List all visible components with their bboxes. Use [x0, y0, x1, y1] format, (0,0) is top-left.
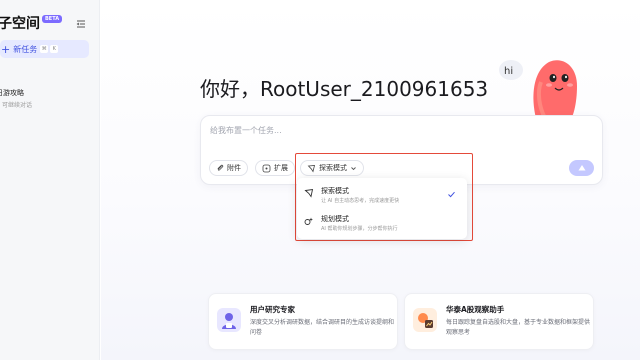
shortcut-key-cmd: ⌘ — [40, 45, 49, 53]
card-desc: 深度交叉分析调研数据，结合调研目的生成访谈提纲和问卷 — [250, 319, 395, 336]
mascot-bubble-text: hi — [504, 66, 513, 77]
send-button[interactable] — [569, 160, 594, 176]
brand-logo[interactable]: 子空间 BETA — [0, 13, 63, 33]
task-input[interactable]: 给我布置一个任务... — [210, 125, 282, 136]
card-title: 华泰A股观察助手 — [446, 305, 505, 314]
attach-button[interactable]: 附件 — [209, 160, 248, 176]
mode-option-desc: 让 AI 自主动态思考，完成速度更快 — [321, 198, 400, 204]
mode-option-title: 规划模式 — [321, 215, 349, 223]
mascot-illustration: hi — [497, 52, 589, 124]
card-title: 用户研究专家 — [250, 305, 295, 314]
agent-card-stock-watch[interactable]: 华泰A股观察助手 每日跟踪复盘自选股和大盘，基于专业数据和框架提供观察思考 — [404, 293, 594, 350]
user-research-avatar — [217, 308, 241, 332]
attach-label: 附件 — [227, 164, 241, 172]
collapse-sidebar-icon[interactable] — [75, 15, 87, 28]
shortcut-key-k: K — [50, 45, 59, 53]
greeting-heading: 你好，RootUser_2100961653 — [200, 77, 489, 101]
plus-icon: + — [1, 42, 11, 56]
mode-option-explore[interactable]: 探索模式 让 AI 自主动态思考，完成速度更快 — [297, 181, 467, 209]
extension-icon — [262, 164, 271, 172]
new-task-label: 新任务 — [13, 44, 38, 54]
extend-button[interactable]: 扩展 — [255, 160, 295, 176]
mode-dropdown-menu: 探索模式 让 AI 自主动态思考，完成速度更快 规划模式 AI 帮助你规划步骤，… — [297, 178, 467, 239]
beta-badge: BETA — [42, 15, 63, 23]
history-item-title: 日游攻略 — [0, 89, 24, 97]
check-icon — [448, 191, 455, 198]
mode-option-title: 探索模式 — [321, 187, 349, 195]
paperclip-icon — [217, 164, 224, 171]
history-item-subtitle: 可继续对话 — [2, 102, 33, 109]
stock-watch-avatar — [413, 308, 437, 332]
mode-option-desc: AI 帮助你规划步骤，分步帮你执行 — [321, 226, 398, 232]
card-desc: 每日跟踪复盘自选股和大盘，基于专业数据和框架提供观察思考 — [446, 319, 591, 336]
mode-option-plan[interactable]: 规划模式 AI 帮助你规划步骤，分步帮你执行 — [297, 209, 467, 237]
sidebar: 子空间 BETA + 新任务 ⌘ K 日游攻略 可继续对话 — [0, 0, 100, 360]
new-task-button[interactable]: + 新任务 ⌘ K — [0, 40, 89, 58]
plan-mode-icon — [304, 217, 313, 225]
explore-mode-icon — [304, 188, 314, 198]
agent-card-user-research[interactable]: 用户研究专家 深度交叉分析调研数据，结合调研目的生成访谈提纲和问卷 — [208, 293, 398, 350]
extend-label: 扩展 — [274, 164, 288, 172]
brand-name: 子空间 — [0, 16, 40, 32]
arrow-up-icon — [578, 165, 585, 171]
